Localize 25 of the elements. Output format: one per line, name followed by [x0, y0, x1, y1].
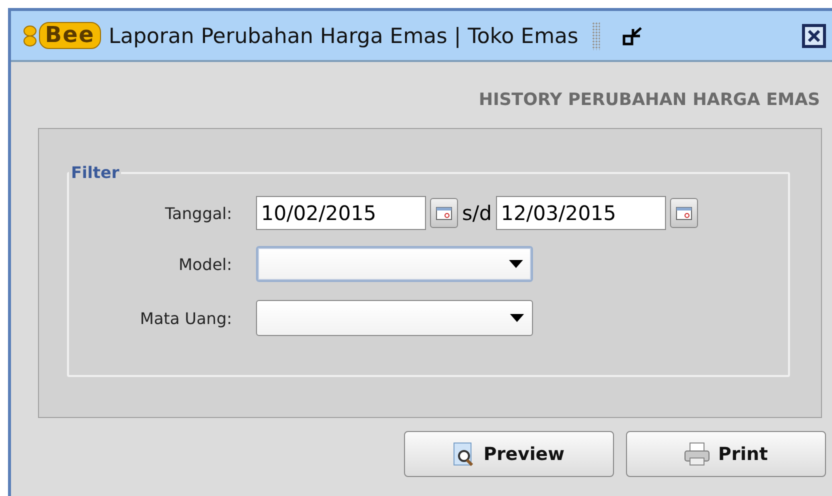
field-label: Tanggal:	[164, 204, 232, 222]
field-label: Model:	[178, 254, 232, 274]
grip-handle[interactable]	[592, 22, 600, 50]
preview-icon	[453, 442, 476, 466]
app-logo: Bee	[21, 22, 101, 49]
calendar-icon	[436, 206, 452, 220]
close-icon[interactable]	[802, 24, 826, 48]
dropdown-field[interactable]	[256, 300, 533, 336]
report-heading: HISTORY PERUBAHAN HARGA EMAS	[478, 89, 821, 112]
window-title: Laporan Perubahan Harga Emas | Toko Emas	[108, 24, 578, 48]
dropdown-field[interactable]	[256, 246, 533, 282]
printer-icon	[684, 442, 710, 466]
print-button[interactable]: Print	[626, 431, 826, 477]
caret-icon	[510, 314, 524, 322]
preview-button[interactable]: Preview	[404, 431, 614, 477]
date-field[interactable]: 12/03/2015	[496, 196, 666, 230]
range-separator: s/d	[462, 201, 492, 225]
calendar-icon	[676, 206, 692, 220]
caret-icon	[509, 260, 523, 268]
date-field[interactable]: 10/02/2015	[256, 196, 426, 230]
calendar-button[interactable]	[670, 198, 698, 228]
calendar-button[interactable]	[430, 198, 458, 228]
group-legend: Filter	[69, 163, 122, 182]
restore-icon[interactable]	[622, 24, 644, 46]
field-label: Mata Uang:	[139, 308, 232, 328]
